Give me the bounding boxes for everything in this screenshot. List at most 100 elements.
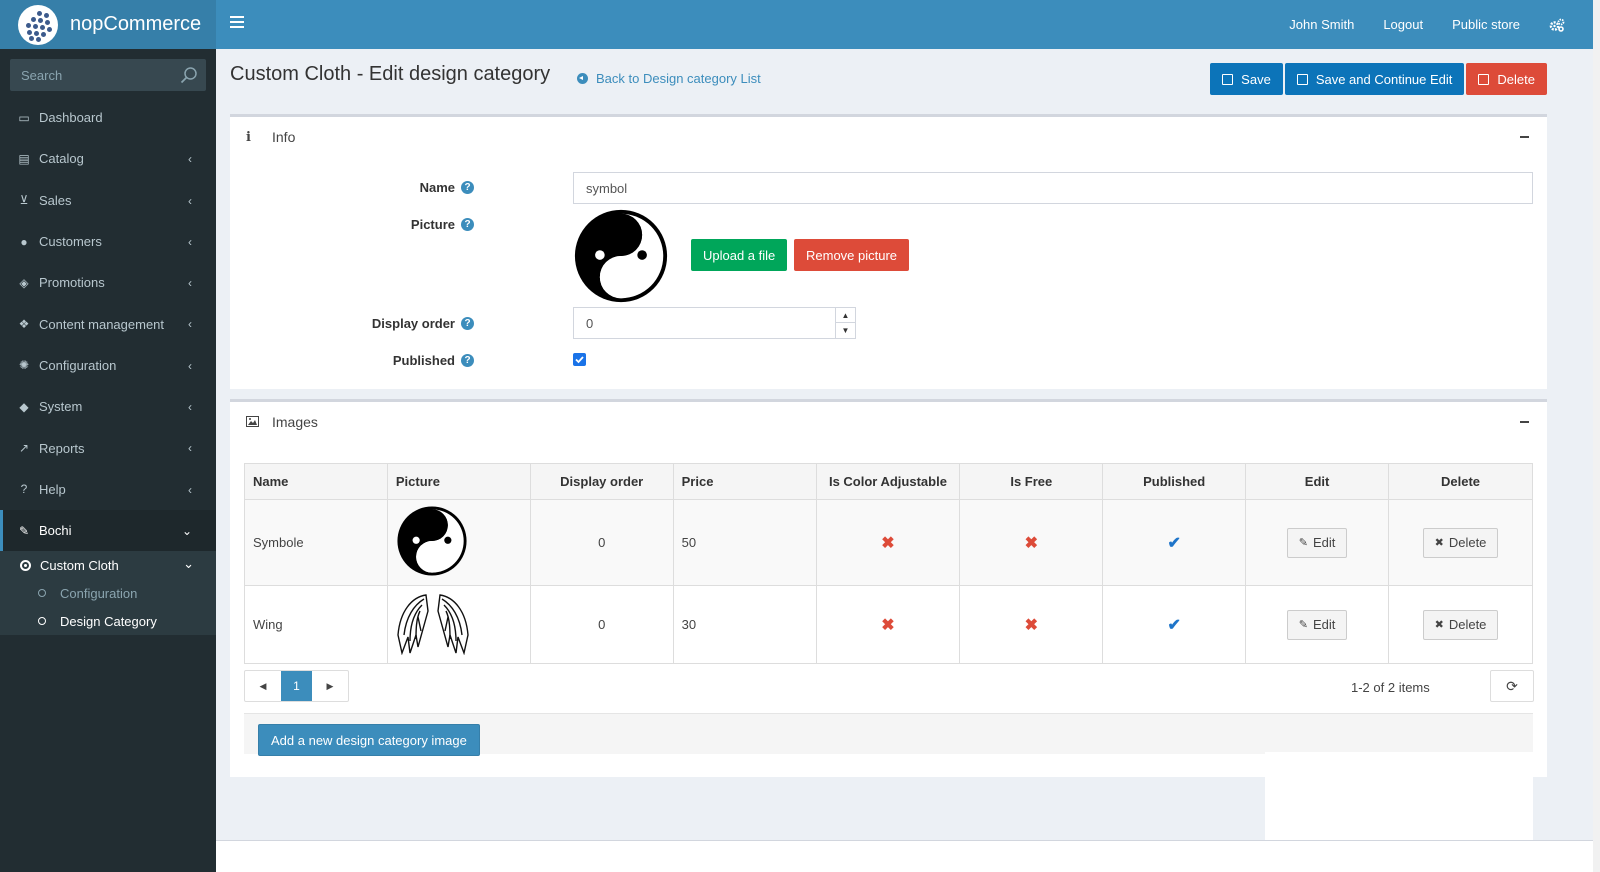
edit-button[interactable]: ✎ Edit [1286,609,1348,640]
cube-icon: ◆ [19,399,29,414]
chevron-left-icon: ‹ [188,152,192,167]
column-header[interactable]: Published [1102,463,1247,500]
checkmark-icon: ✔ [1167,616,1181,634]
picture-label: Picture? [411,217,474,232]
save-label: Save [1241,71,1271,87]
chevron-left-icon: ‹ [188,317,192,332]
help-icon[interactable]: ? [461,317,474,330]
sidebar-item-label: Customers [39,234,102,250]
column-header[interactable]: Is Color Adjustable [815,463,961,500]
pager: ◀ 1 ▶ [244,670,349,702]
edit-button[interactable]: ✎ Edit [1286,527,1348,558]
images-table: Name Picture Display order Price Is Colo… [244,463,1533,664]
prev-page-icon[interactable]: ◀ [245,671,281,701]
name-field[interactable] [573,172,1533,204]
display-order-input[interactable] [574,308,836,338]
chevron-down-icon[interactable]: ▼ [836,323,855,338]
sidebar-item-content-management[interactable]: ❖ Content management ‹ [0,303,216,344]
name-label-text: Name [419,180,455,195]
display-order-label: Display order? [372,316,474,331]
page-number-button[interactable]: 1 [281,671,312,701]
back-to-list-link[interactable]: Back to Design category List [577,71,761,86]
column-header[interactable]: Picture [386,463,531,500]
help-icon[interactable]: ? [461,354,474,367]
upload-file-button[interactable]: Upload a file [691,239,788,271]
sidebar-item-customers[interactable]: ● Customers ‹ [0,221,216,262]
tags-icon: ◈ [19,275,29,290]
sidebar-item-label: Content management [39,316,165,332]
circle-icon [38,617,46,626]
chevron-left-icon: ‹ [188,441,192,456]
picture-label-text: Picture [410,217,455,232]
save-button[interactable]: Save [1210,63,1283,95]
help-icon[interactable]: ? [461,218,474,231]
logout-link[interactable]: Logout [1383,17,1423,32]
chevron-down-icon: ⌄ [183,556,194,572]
sidebar-item-configuration-sub[interactable]: Configuration [0,579,216,607]
x-mark-icon: ✖ [881,534,895,552]
info-panel-header[interactable]: i Info [230,117,1547,157]
help-icon[interactable]: ? [461,181,474,194]
cubes-icon: ❖ [18,317,30,332]
panel-title: Images [272,414,318,430]
cell-name: Wing [244,585,388,664]
chevron-left-icon: ‹ [188,358,192,373]
hamburger-menu-icon[interactable] [230,16,244,28]
panel-title: Info [272,129,296,145]
column-header[interactable]: Is Free [959,463,1104,500]
sidebar-item-configuration[interactable]: ✺ Configuration ‹ [0,345,216,386]
cell-display-order: 0 [529,585,674,664]
chevron-up-icon[interactable]: ▲ [836,308,855,323]
sidebar-item-custom-cloth[interactable]: Custom Cloth ⌄ [0,551,216,579]
sidebar-item-dashboard[interactable]: ▭ Dashboard [0,97,216,138]
search-icon[interactable] [180,66,198,84]
gears-icon[interactable] [1549,18,1565,32]
delete-button[interactable]: Delete [1466,63,1547,95]
column-header[interactable]: Price [672,463,817,500]
sidebar-item-help[interactable]: ? Help ‹ [0,469,216,510]
scrollbar[interactable] [1593,0,1600,872]
sidebar-item-bochi[interactable]: ✎ Bochi ⌄ [0,509,216,552]
logo[interactable]: nopCommerce [0,0,216,49]
cell-price: 50 [672,499,817,586]
delete-row-button[interactable]: ✖ Delete [1422,527,1499,558]
search-input[interactable] [10,59,170,91]
column-header[interactable]: Name [244,463,388,500]
published-checkbox[interactable] [573,353,586,366]
table-row: Symbole 0 50 ✖ ✖ ✔ ✎ Edit ✖ Delete [244,499,1533,586]
cell-is-free: ✖ [959,585,1104,664]
circle-dot-icon [20,559,31,571]
x-mark-icon: ✖ [1024,534,1039,552]
collapse-icon[interactable] [1520,421,1529,423]
sidebar-menu: ▭ Dashboard ▤ Catalog ‹ ⊻ Sales ‹ ● Customers ‹… [0,97,216,636]
sidebar-item-design-category[interactable]: Design Category [0,607,216,636]
pencil-icon: ✎ [1298,537,1308,549]
cell-edit: ✎ Edit [1245,585,1390,664]
public-store-link[interactable]: Public store [1452,17,1520,32]
sidebar-item-promotions[interactable]: ◈ Promotions ‹ [0,262,216,303]
edit-label: Edit [1312,535,1336,550]
user-name-link[interactable]: John Smith [1289,17,1354,32]
save-continue-label: Save and Continue Edit [1315,71,1453,87]
remove-picture-button[interactable]: Remove picture [794,239,910,271]
column-header[interactable]: Display order [529,463,674,500]
column-header: Edit [1245,463,1390,500]
refresh-icon[interactable]: ⟳ [1490,670,1534,702]
footer [216,840,1593,872]
sidebar-item-catalog[interactable]: ▤ Catalog ‹ [0,138,216,179]
chevron-left-icon: ‹ [188,276,192,291]
sidebar-item-label: Catalog [39,151,84,167]
sidebar-item-reports[interactable]: ↗ Reports ‹ [0,427,216,468]
images-panel-header[interactable]: Images [230,402,1547,442]
next-page-icon[interactable]: ▶ [312,671,348,701]
delete-row-button[interactable]: ✖ Delete [1422,609,1499,640]
cell-published: ✔ [1102,499,1247,586]
sidebar-item-system[interactable]: ◆ System ‹ [0,386,216,427]
save-continue-button[interactable]: Save and Continue Edit [1284,63,1465,95]
times-icon: ✖ [1434,537,1444,549]
collapse-icon[interactable] [1520,136,1529,138]
cart-icon: ⊻ [19,193,29,208]
add-design-category-image-button[interactable]: Add a new design category image [258,724,480,756]
pencil-icon: ✎ [1298,619,1308,631]
sidebar-item-sales[interactable]: ⊻ Sales ‹ [0,180,216,221]
